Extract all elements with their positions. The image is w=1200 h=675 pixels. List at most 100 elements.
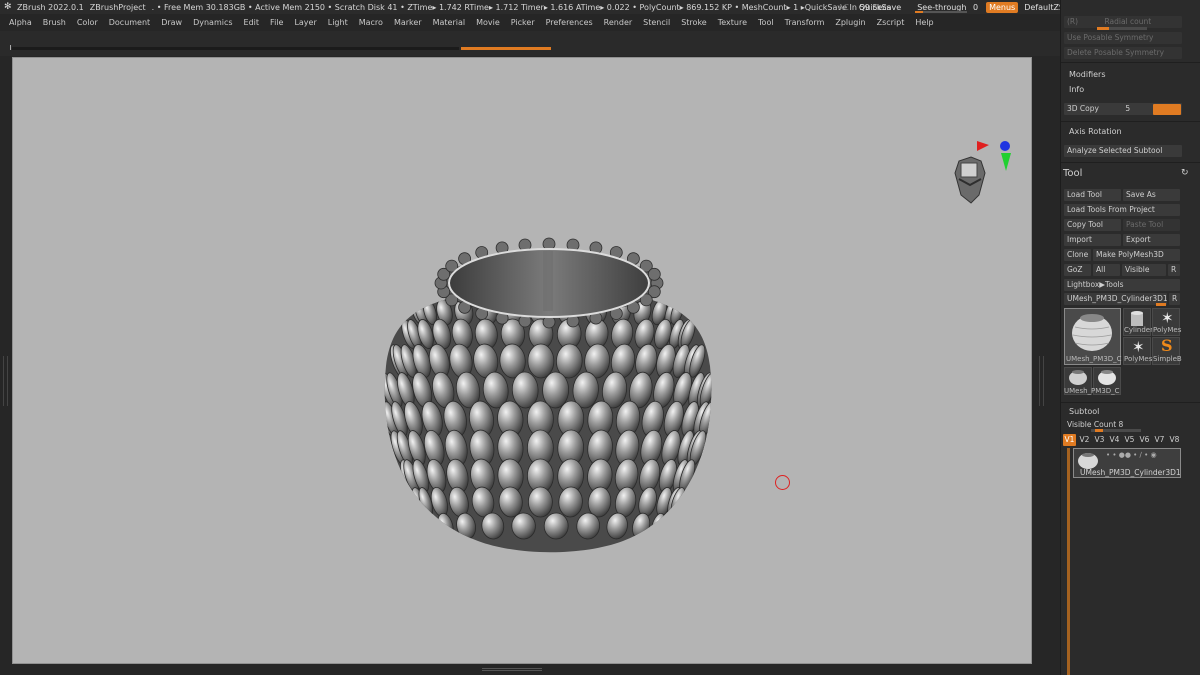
subtool-pot-icon [1078,453,1098,469]
goz-visible-button[interactable]: Visible [1122,264,1166,276]
subtool-item[interactable]: • • ●● • ∕ • ◉ UMesh_PM3D_Cylinder3D1 [1073,448,1181,478]
tool-thumbnail-simplebrush[interactable]: S SimpleB [1152,336,1182,365]
divider [1061,121,1200,122]
visibility-tab-v1[interactable]: V1 [1063,434,1076,446]
goz-button[interactable]: GoZ [1064,264,1091,276]
visibility-tab-v6[interactable]: V6 [1138,434,1151,446]
menu-layer[interactable]: Layer [294,18,316,27]
radial-count-slider[interactable] [1097,27,1147,30]
menu-color[interactable]: Color [77,18,98,27]
mesh-scale [527,343,555,379]
menu-zscript[interactable]: Zscript [877,18,905,27]
load-tool-button[interactable]: Load Tool [1064,189,1121,201]
current-tool-slider[interactable]: UMesh_PM3D_Cylinder3D1 [1064,293,1167,305]
quicksave-button[interactable]: QuickSave [859,3,901,12]
menu-material[interactable]: Material [433,18,466,27]
right-dock[interactable] [1032,56,1060,675]
copy-tool-button[interactable]: Copy Tool [1064,219,1121,231]
menus-button[interactable]: Menus [986,1,1019,13]
menu-texture[interactable]: Texture [718,18,747,27]
menu-edit[interactable]: Edit [244,18,260,27]
pot-small-opening [1072,370,1084,374]
delete-posable-symmetry-button[interactable]: Delete Posable Symmetry [1064,47,1182,59]
gizmo-y-axis[interactable] [1001,153,1011,171]
subtool-header[interactable]: Subtool [1069,407,1099,416]
cylinder-top [1131,311,1143,315]
visibility-tab-v5[interactable]: V5 [1123,434,1136,446]
shelf-tick [10,45,11,50]
brush-cursor [775,475,790,490]
goz-all-button[interactable]: All [1093,264,1120,276]
menu-alpha[interactable]: Alpha [9,18,32,27]
visibility-tab-v3[interactable]: V3 [1093,434,1106,446]
titlebar-right: AC QuickSave See-through 0 Menus Default… [838,0,1082,14]
gizmo-z-axis[interactable] [1000,141,1010,151]
menu-movie[interactable]: Movie [476,18,500,27]
subtool-tools-icon[interactable]: • • ●● • ∕ • ◉ [1106,451,1157,459]
current-tool-r-button[interactable]: R [1169,293,1180,305]
analyze-subtool-button[interactable]: Analyze Selected Subtool [1064,145,1182,157]
clone-button[interactable]: Clone [1064,249,1091,261]
see-through-slider[interactable]: See-through 0 [915,3,980,13]
save-as-button[interactable]: Save As [1123,189,1180,201]
see-through-track[interactable] [915,10,968,13]
menu-transform[interactable]: Transform [785,18,825,27]
goz-r-button[interactable]: R [1168,264,1180,276]
mesh-model[interactable] [368,216,728,556]
use-posable-symmetry-button[interactable]: Use Posable Symmetry [1064,32,1182,44]
menu-zplugin[interactable]: Zplugin [835,18,865,27]
bottom-dock[interactable] [12,664,1032,675]
load-tools-from-project-button[interactable]: Load Tools From Project [1064,204,1180,216]
menu-file[interactable]: File [270,18,283,27]
menu-picker[interactable]: Picker [511,18,535,27]
menu-stroke[interactable]: Stroke [681,18,707,27]
refresh-icon[interactable]: ↻ [1181,168,1189,178]
bottom-dock-grip[interactable] [482,668,542,671]
visibility-tab-v2[interactable]: V2 [1078,434,1091,446]
export-button[interactable]: Export [1123,234,1180,246]
right-tray: (R) Radial count Use Posable Symmetry De… [1060,0,1200,675]
modifiers-header[interactable]: Modifiers [1069,70,1106,79]
menu-draw[interactable]: Draw [161,18,182,27]
menu-tool[interactable]: Tool [758,18,774,27]
tool-palette-title[interactable]: Tool [1063,168,1082,179]
pot-small-opening [1101,370,1113,374]
tool-thumbnail-cylinder[interactable]: Cylinder [1123,308,1153,336]
polymesh-star-icon: ✶ [1132,338,1145,356]
subtool-scrollbar[interactable] [1067,448,1070,675]
axis-rotation-header[interactable]: Axis Rotation [1069,127,1122,136]
menu-light[interactable]: Light [328,18,348,27]
info-header[interactable]: Info [1069,85,1084,94]
menu-brush[interactable]: Brush [43,18,66,27]
divider [1061,62,1200,63]
visibility-tab-v8[interactable]: V8 [1168,434,1181,446]
subtool-item-name: UMesh_PM3D_Cylinder3D1 [1080,468,1181,477]
tool-thumbnail-polymesh-2[interactable]: ✶ PolyMes [1123,337,1152,365]
visibility-tab-v7[interactable]: V7 [1153,434,1166,446]
tool-thumbnail-polymesh-1[interactable]: ✶ PolyMes [1152,308,1181,336]
menu-help[interactable]: Help [915,18,933,27]
paste-tool-button[interactable]: Paste Tool [1123,219,1180,231]
right-dock-grip[interactable] [1039,356,1044,406]
menu-render[interactable]: Render [604,18,632,27]
menu-macro[interactable]: Macro [359,18,383,27]
left-dock-grip[interactable] [3,356,8,406]
tool-thumbnail-pot-icon [1072,314,1112,351]
visibility-tab-v4[interactable]: V4 [1108,434,1121,446]
menu-document[interactable]: Document [109,18,150,27]
tool-thumbnail-main[interactable]: UMesh_PM3D_C [1064,308,1122,365]
import-button[interactable]: Import [1064,234,1121,246]
menu-dynamics[interactable]: Dynamics [193,18,232,27]
document-canvas[interactable] [12,57,1032,664]
make-polymesh3d-button[interactable]: Make PolyMesh3D [1093,249,1180,261]
menu-stencil[interactable]: Stencil [643,18,670,27]
lightbox-tools-button[interactable]: Lightbox▶Tools [1064,279,1180,291]
navigation-gizmo[interactable] [949,133,1021,213]
ac-label[interactable]: AC [838,3,849,12]
shelf-progress-track [12,47,459,50]
gizmo-x-axis[interactable] [977,141,989,151]
menu-marker[interactable]: Marker [394,18,422,27]
left-dock[interactable] [0,56,12,665]
3d-copy-toggle[interactable] [1153,104,1181,115]
menu-preferences[interactable]: Preferences [546,18,593,27]
